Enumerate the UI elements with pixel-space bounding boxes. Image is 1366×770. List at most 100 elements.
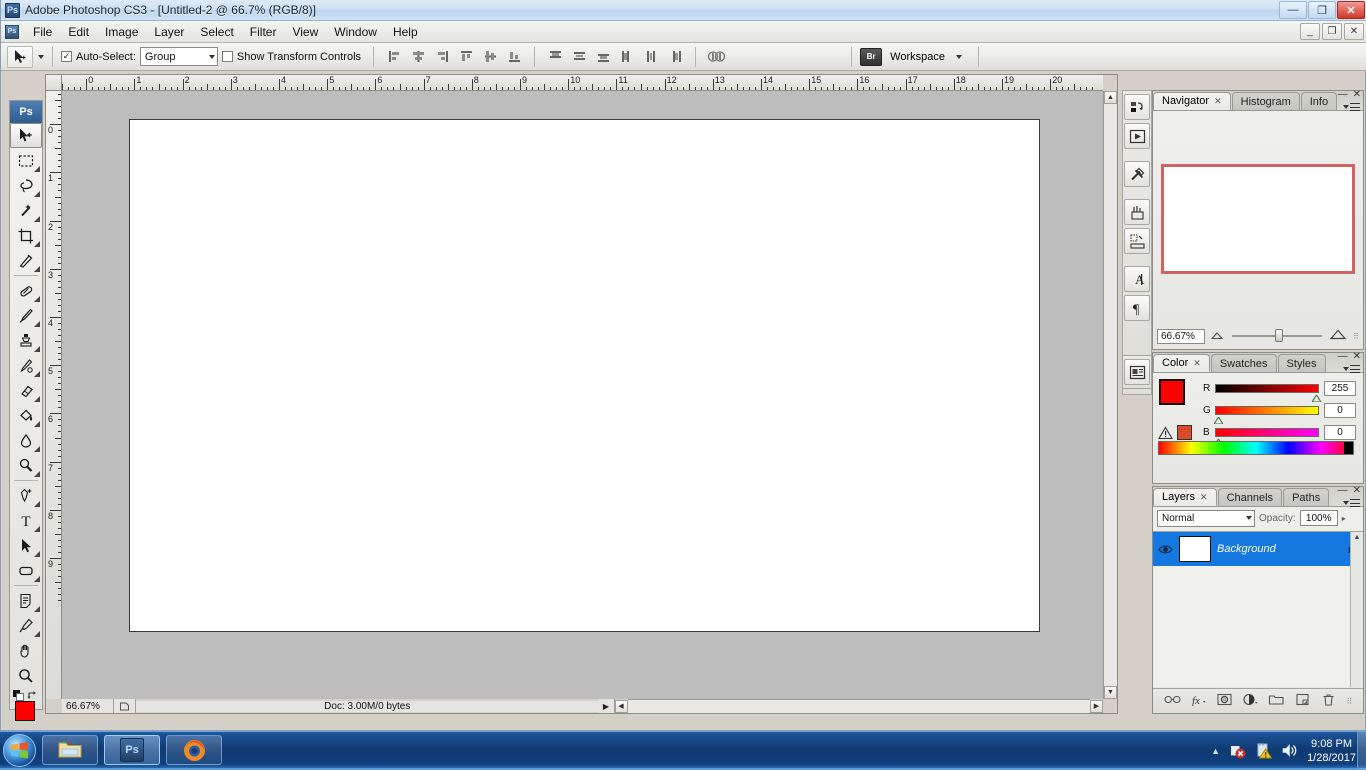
align-bottom-edges-button[interactable]: [503, 47, 525, 67]
tool-history-brush[interactable]: [10, 353, 42, 378]
menu-edit[interactable]: Edit: [60, 22, 97, 42]
tool-move[interactable]: [10, 123, 42, 148]
layer-list-scrollbar[interactable]: ▲: [1350, 532, 1363, 687]
layer-thumbnail[interactable]: [1179, 536, 1211, 562]
navigator-zoom-slider-thumb[interactable]: [1275, 329, 1283, 342]
table-row[interactable]: Background: [1153, 532, 1363, 566]
align-horizontal-centers-button[interactable]: [407, 47, 429, 67]
current-tool-icon[interactable]: [7, 46, 33, 68]
menu-view[interactable]: View: [284, 22, 326, 42]
blend-mode-dropdown[interactable]: Normal: [1157, 510, 1255, 527]
tool-path-selection[interactable]: [10, 533, 42, 558]
r-value-input[interactable]: 255: [1324, 381, 1356, 396]
align-left-edges-button[interactable]: [383, 47, 405, 67]
tab-styles[interactable]: Styles: [1278, 354, 1326, 372]
close-icon[interactable]: ✕: [1200, 492, 1208, 503]
firefox-taskbar-item[interactable]: [166, 735, 222, 765]
volume-icon[interactable]: [1281, 742, 1298, 759]
show-hidden-icons-icon[interactable]: ▲: [1211, 746, 1220, 756]
clone-source-icon[interactable]: [1124, 228, 1150, 254]
tool-gradient-paint-bucket[interactable]: [10, 403, 42, 428]
tool-presets-icon[interactable]: [1124, 161, 1150, 187]
tab-histogram[interactable]: Histogram: [1232, 92, 1300, 110]
resize-grip-icon[interactable]: ⠿: [1347, 697, 1353, 706]
history-icon[interactable]: [1124, 94, 1150, 120]
menu-image[interactable]: Image: [97, 22, 146, 42]
delete-layer-icon[interactable]: [1320, 693, 1337, 709]
document-restore-button[interactable]: ❐: [1322, 23, 1342, 40]
document-close-button[interactable]: ✕: [1344, 23, 1364, 40]
b-value-input[interactable]: 0: [1324, 425, 1356, 440]
tool-pen[interactable]: [10, 483, 42, 508]
add-layer-mask-icon[interactable]: [1216, 693, 1233, 709]
color-foreground-swatch[interactable]: [1159, 379, 1185, 405]
horizontal-ruler[interactable]: 101234567891011121314151617181920: [62, 75, 1103, 91]
layer-list[interactable]: Background ▲: [1153, 531, 1363, 687]
tool-healing-brush[interactable]: [10, 278, 42, 303]
tool-dodge[interactable]: [10, 453, 42, 478]
horizontal-scroll-track[interactable]: [628, 699, 1091, 713]
tab-info[interactable]: Info: [1301, 92, 1337, 110]
tool-zoom[interactable]: [10, 663, 42, 688]
close-button[interactable]: ✕: [1337, 1, 1365, 19]
tool-blur[interactable]: [10, 428, 42, 453]
menu-layer[interactable]: Layer: [146, 22, 192, 42]
document-menu-icon[interactable]: Ps: [5, 25, 19, 39]
vertical-ruler[interactable]: 10123456789: [46, 91, 62, 699]
canvas-area[interactable]: [62, 91, 1103, 699]
align-vertical-centers-button[interactable]: [479, 47, 501, 67]
resize-grip-icon[interactable]: ⠿: [1353, 332, 1359, 341]
gamut-warning-group[interactable]: [1158, 425, 1192, 440]
tab-channels[interactable]: Channels: [1218, 488, 1282, 506]
new-group-icon[interactable]: [1268, 693, 1285, 709]
distribute-right-edges-button[interactable]: [664, 47, 686, 67]
minimize-button[interactable]: —: [1279, 1, 1307, 19]
document-minimize-button[interactable]: _: [1300, 23, 1320, 40]
maximize-button[interactable]: ❐: [1308, 1, 1336, 19]
tab-color[interactable]: Color ✕: [1153, 354, 1210, 372]
tool-rectangular-marquee[interactable]: [10, 148, 42, 173]
layer-comps-icon[interactable]: [1124, 359, 1150, 385]
tab-navigator[interactable]: Navigator ✕: [1153, 92, 1231, 110]
r-slider-track[interactable]: [1215, 384, 1319, 393]
menu-file[interactable]: File: [25, 22, 60, 42]
go-to-bridge-icon[interactable]: Br: [860, 48, 882, 66]
tool-clone-stamp[interactable]: [10, 328, 42, 353]
close-icon[interactable]: ✕: [1353, 486, 1361, 496]
status-expand-arrow[interactable]: ▶: [599, 699, 615, 713]
tool-brush[interactable]: [10, 303, 42, 328]
brushes-icon[interactable]: [1124, 199, 1150, 225]
tool-lasso[interactable]: [10, 173, 42, 198]
tool-preset-chevron-down-icon[interactable]: [38, 55, 44, 59]
minimize-icon[interactable]: —: [1338, 486, 1348, 496]
scroll-right-arrow[interactable]: ▶: [1090, 700, 1103, 713]
tab-paths[interactable]: Paths: [1283, 488, 1329, 506]
navigator-preview-area[interactable]: [1153, 111, 1363, 326]
tool-eraser[interactable]: [10, 378, 42, 403]
navigator-zoom-slider[interactable]: [1232, 335, 1322, 337]
paragraph-icon[interactable]: ¶: [1124, 295, 1150, 321]
auto-select-checkbox[interactable]: ✓: [61, 51, 72, 62]
align-top-edges-button[interactable]: [455, 47, 477, 67]
close-icon[interactable]: ✕: [1353, 352, 1361, 362]
g-value-input[interactable]: 0: [1324, 403, 1356, 418]
layers-panel-menu-button[interactable]: [1343, 499, 1360, 507]
navigator-panel-menu-button[interactable]: [1343, 103, 1360, 111]
workspace-button[interactable]: Workspace: [882, 46, 970, 68]
layer-scroll-up-arrow[interactable]: ▲: [1351, 532, 1363, 543]
color-panel-menu-button[interactable]: [1343, 365, 1360, 373]
distribute-top-edges-button[interactable]: [544, 47, 566, 67]
photoshop-taskbar-item[interactable]: Ps: [104, 735, 160, 765]
scroll-down-arrow[interactable]: ▼: [1104, 686, 1117, 699]
layer-visibility-eye-icon[interactable]: [1157, 544, 1173, 555]
distribute-bottom-edges-button[interactable]: [592, 47, 614, 67]
distribute-vertical-centers-button[interactable]: [568, 47, 590, 67]
new-adjustment-layer-icon[interactable]: [1242, 693, 1259, 709]
action-center-warning-icon[interactable]: [1255, 742, 1272, 759]
r-slider-thumb[interactable]: [1312, 393, 1321, 400]
distribute-horizontal-centers-button[interactable]: [640, 47, 662, 67]
navigator-zoom-input[interactable]: 66.67%: [1157, 329, 1205, 344]
menu-window[interactable]: Window: [326, 22, 385, 42]
tool-crop[interactable]: [10, 223, 42, 248]
tab-layers[interactable]: Layers ✕: [1153, 488, 1217, 506]
